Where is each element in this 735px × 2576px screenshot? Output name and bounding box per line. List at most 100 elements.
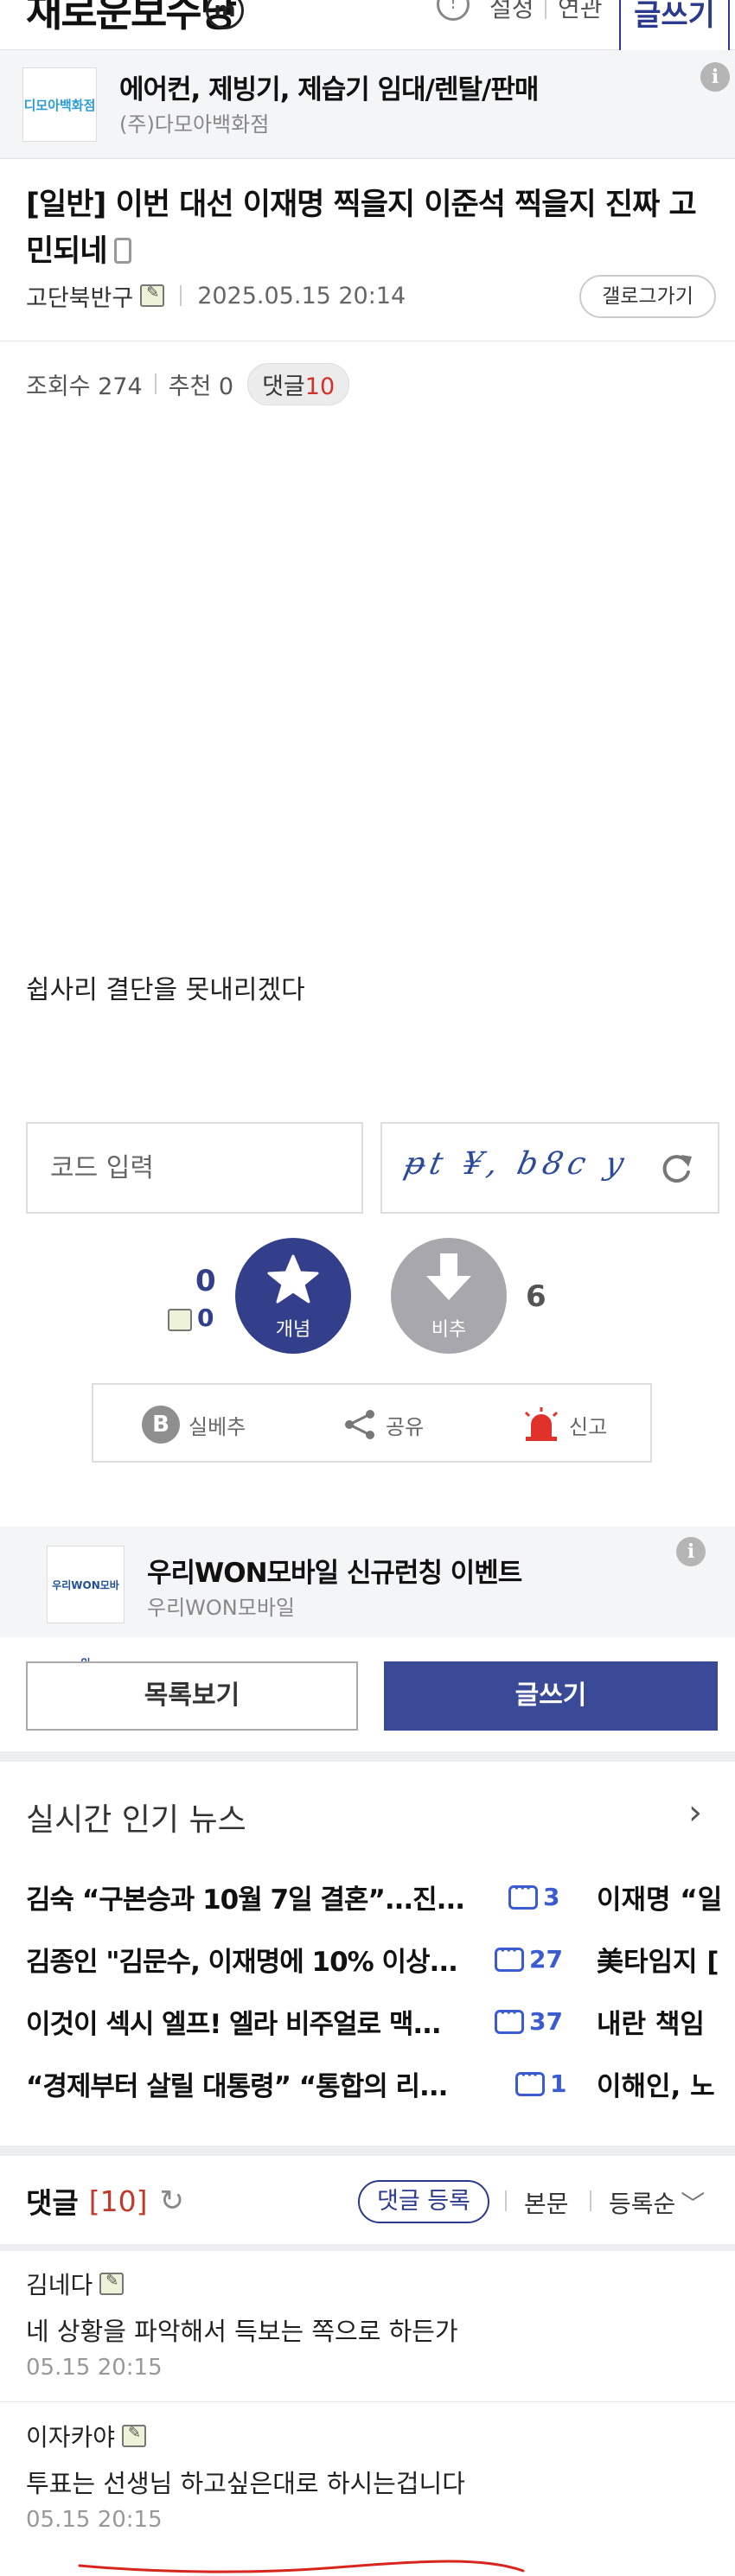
info-icon[interactable]: i: [676, 1537, 706, 1566]
report-button[interactable]: 신고: [522, 1404, 607, 1445]
header-write-button[interactable]: 글쓰기: [619, 0, 730, 57]
section-divider: [0, 2244, 735, 2251]
comments-header: 댓글 [10] ↻: [26, 2180, 184, 2222]
comment-text: 네 상황을 파악해서 득보는 쪽으로 하든가: [26, 2317, 458, 2346]
news-headline: “경제부터 살릴 대통령” “통합의 리...: [26, 2071, 448, 2102]
ad-banner-mid[interactable]: 우리WON모바일 우리WON모바일 신규런칭 이벤트 우리WON모바일 i: [0, 1527, 735, 1669]
comment-date: 05.15 20:15: [26, 2507, 163, 2533]
comment-author-name: 김네다: [26, 2271, 93, 2299]
action-bar: B 실베추 공유 신고: [92, 1383, 652, 1463]
ad-advertiser: 우리WON모바일: [147, 1596, 295, 1620]
register-comment-button[interactable]: 댓글 등록: [358, 2180, 489, 2223]
author-name[interactable]: 고단북반구: [26, 279, 133, 313]
news-comment-count: 27: [495, 1942, 563, 1973]
section-divider: [0, 2146, 735, 2156]
ad-banner-top[interactable]: 디모아백화점 에어컨, 제빙기, 제습기 임대/렌탈/판매 (주)다모아백화점 …: [0, 50, 735, 159]
fixed-nick-icon: [122, 2424, 147, 2447]
write-button[interactable]: 글쓰기: [384, 1661, 718, 1731]
news-comment-count: 1: [515, 2066, 566, 2098]
downvote-button[interactable]: 비추: [391, 1238, 507, 1354]
gallog-button[interactable]: 갤로그가기: [579, 275, 716, 318]
share-label: 공유: [386, 1414, 425, 1439]
upvote-button[interactable]: 개념: [235, 1238, 351, 1354]
divider-line: [0, 2401, 735, 2402]
refresh-icon[interactable]: ↻: [159, 2184, 184, 2218]
mobile-icon: [113, 238, 131, 264]
settings-link[interactable]: 설정: [489, 0, 534, 24]
divider: [505, 2190, 507, 2211]
star-icon: [267, 1254, 319, 1304]
captcha-code-input[interactable]: [26, 1122, 363, 1214]
news-count-value: 37: [529, 2007, 563, 2036]
divider: [180, 285, 182, 306]
top-header: 재로운보수당 m ! 설정 연관 글쓰기: [0, 0, 735, 57]
ad-title[interactable]: 우리WON모바일 신규런칭 이벤트: [147, 1551, 522, 1590]
upvote-count: 0: [195, 1264, 216, 1298]
chevron-down-icon: ﹀: [681, 2190, 706, 2218]
silbe-icon: B: [142, 1406, 180, 1444]
reply-count-pill[interactable]: 댓글10: [247, 362, 350, 405]
info-icon[interactable]: i: [700, 62, 730, 92]
tab-body[interactable]: 본문: [524, 2185, 569, 2220]
report-label: 신고: [569, 1414, 608, 1439]
divider: [154, 373, 157, 394]
share-icon: [345, 1410, 374, 1439]
refresh-icon[interactable]: [657, 1150, 695, 1188]
comment-bubble-icon: [495, 1942, 524, 1972]
news-comment-count: 3: [508, 1879, 560, 1911]
share-button[interactable]: 공유: [342, 1404, 424, 1445]
upvote-label: 개념: [275, 1319, 311, 1341]
sort-label: 등록순: [609, 2190, 676, 2218]
gallery-title[interactable]: 재로운보수당: [26, 0, 237, 38]
news-headline: 김숙 “구본승과 10월 7일 결혼”...진...: [26, 1884, 465, 1916]
recommend-count: 추천 0: [168, 373, 234, 400]
comment-bubble-icon: [495, 2004, 524, 2034]
captcha-code-text: ᵽt ¥, b8c y: [400, 1146, 632, 1182]
news-comment-count: 37: [495, 2004, 563, 2036]
fixed-nick-icon: [168, 1309, 192, 1331]
siren-icon: [524, 1407, 559, 1441]
fixed-nick-icon: [140, 284, 165, 307]
list-view-button[interactable]: 목록보기: [26, 1661, 358, 1731]
downvote-label: 비추: [431, 1319, 467, 1341]
fixed-nick-upvote-count: 0: [197, 1304, 214, 1332]
captcha-image: ᵽt ¥, b8c y: [380, 1122, 719, 1214]
comment-text: 투표는 선생님 하고싶은대로 하시는겁니다: [26, 2469, 465, 2498]
sort-dropdown[interactable]: 등록순 ﹀: [609, 2185, 705, 2220]
reply-count: 10: [304, 373, 336, 400]
ad-title[interactable]: 에어컨, 제빙기, 제습기 임대/렌탈/판매: [119, 67, 539, 106]
news-item-side[interactable]: 美타임지 [: [597, 1940, 719, 1979]
comment-author-name: 이자카야: [26, 2423, 116, 2452]
downvote-count: 6: [526, 1279, 546, 1314]
post-title: [일반] 이번 대선 이재명 찍을지 이준석 찍을지 진짜 고민되네: [26, 182, 709, 275]
related-link[interactable]: 연관: [558, 0, 603, 24]
news-item-side[interactable]: 이재명 “일: [597, 1878, 722, 1916]
post-body: 쉽사리 결단을 못내리겠다: [26, 975, 305, 1005]
section-divider: [0, 1751, 735, 1762]
comments-count: [10]: [88, 2184, 148, 2218]
comment-author[interactable]: 김네다: [26, 2267, 125, 2301]
news-headline: 김종인 "김문수, 이재명에 10% 이상...: [26, 1947, 458, 1978]
advertiser-logo: 우리WON모바일: [47, 1546, 125, 1669]
comment-bubble-icon: [515, 2066, 545, 2096]
fixed-nick-icon: [99, 2272, 125, 2295]
advertiser-logo: 디모아백화점: [22, 67, 97, 142]
red-underline-scribble: [78, 2560, 525, 2573]
divider: [590, 2190, 591, 2211]
header-divider: [545, 0, 546, 19]
comments-title: 댓글: [26, 2186, 79, 2220]
chevron-right-icon[interactable]: ›: [688, 1793, 702, 1833]
view-count: 조회수 274: [26, 373, 143, 400]
silbe-label: 실베추: [189, 1414, 246, 1439]
news-count-value: 27: [529, 1945, 563, 1973]
arrow-down-icon: [426, 1253, 471, 1300]
comment-author[interactable]: 이자카야: [26, 2419, 147, 2453]
silbe-recommend-button[interactable]: B 실베추: [142, 1404, 246, 1445]
alert-icon[interactable]: !: [437, 0, 470, 21]
post-date: 2025.05.15 20:14: [197, 282, 406, 309]
reply-label: 댓글: [262, 373, 305, 400]
news-item-side[interactable]: 내란 책임: [597, 2002, 705, 2041]
news-item-side[interactable]: 이해인, 노: [597, 2064, 715, 2103]
news-count-value: 3: [543, 1883, 560, 1911]
stats-row: 조회수 274 추천 0 댓글10: [26, 362, 350, 405]
